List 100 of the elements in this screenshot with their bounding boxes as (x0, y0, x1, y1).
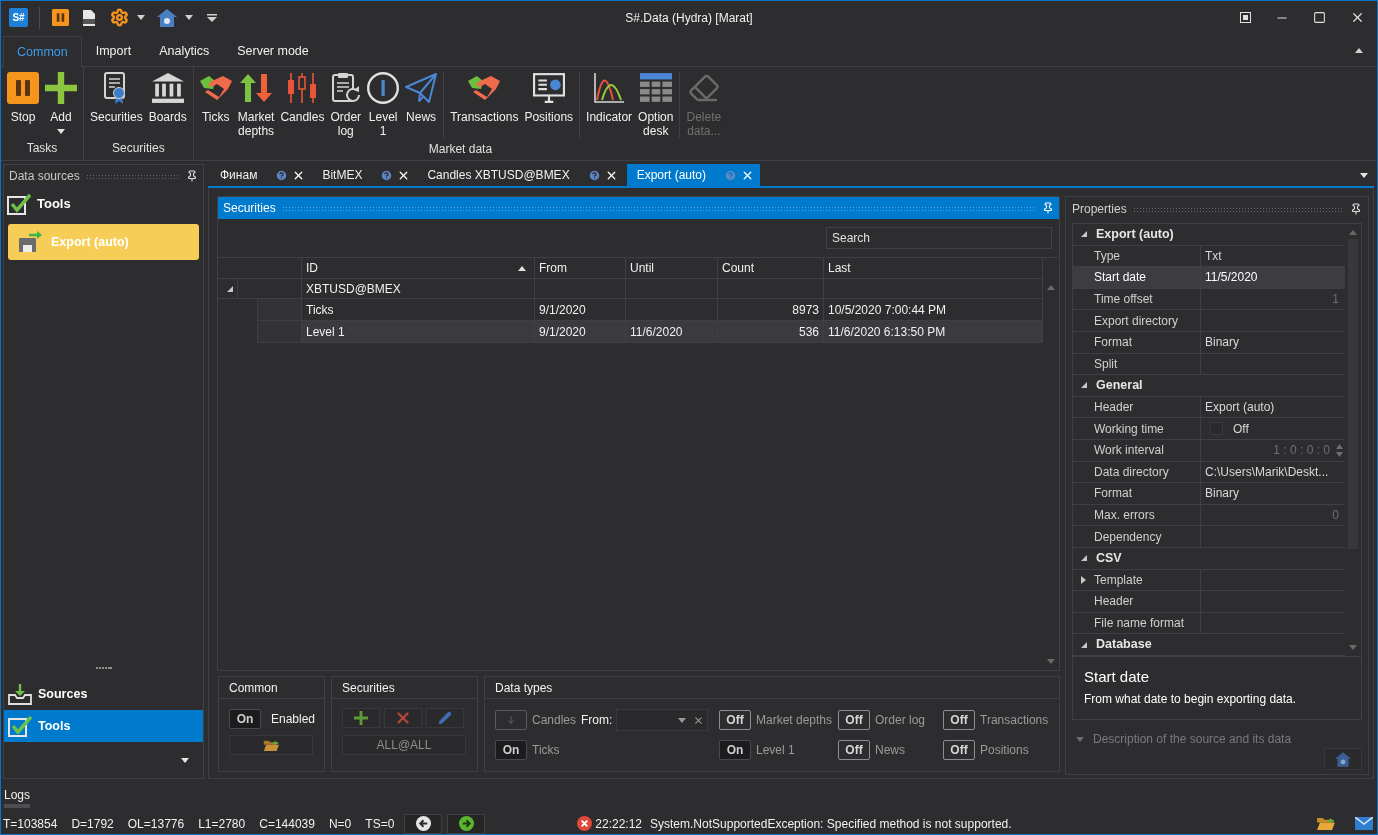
expanded-triangle-icon[interactable] (1081, 382, 1087, 389)
scroll-up-icon[interactable] (1349, 230, 1357, 235)
edit-button[interactable] (426, 708, 464, 728)
property-row[interactable]: Work interval 1 : 0 : 0 : 0 (1073, 439, 1345, 462)
ribbon-button[interactable]: News (403, 72, 440, 138)
toggle-switch[interactable]: On (719, 740, 751, 760)
help-button[interactable] (1324, 748, 1362, 770)
column-header[interactable]: Until (626, 258, 718, 279)
back-button[interactable] (404, 813, 443, 834)
table-row[interactable]: Level 1 9/1/2020 11/6/2020 536 11/6/2020 6:13:50 PM (257, 321, 1043, 343)
collapsed-triangle-icon[interactable] (1081, 575, 1086, 584)
expanded-triangle-icon[interactable] (1081, 555, 1087, 562)
toggle-switch[interactable]: Off (838, 740, 870, 760)
settings-icon[interactable] (110, 8, 129, 27)
scroll-down-icon[interactable] (1047, 659, 1055, 664)
column-header[interactable]: From (535, 258, 626, 279)
grip-bar-icon[interactable] (4, 804, 30, 808)
ribbon-button[interactable]: Market depths (235, 72, 277, 138)
search-field[interactable]: Search (826, 227, 1052, 249)
document-icon[interactable] (82, 8, 96, 27)
toggle-switch[interactable]: Off (943, 740, 975, 760)
scroll-up-icon[interactable] (1047, 285, 1055, 290)
toggle-switch[interactable]: Off (719, 710, 751, 730)
property-row[interactable]: Header (1073, 591, 1345, 613)
caret-icon[interactable] (181, 757, 189, 763)
filter-button[interactable]: ALL@ALL (342, 735, 466, 755)
navigation-item[interactable]: Sources (4, 678, 203, 710)
ribbon-button[interactable]: Indicator (584, 72, 635, 138)
help-icon[interactable] (587, 168, 601, 182)
property-row[interactable]: Start date 11/5/2020 (1073, 267, 1345, 289)
ribbon-tab[interactable]: Server mode (223, 36, 323, 67)
house-icon[interactable] (157, 8, 177, 27)
property-row[interactable]: Working time Off (1073, 418, 1345, 440)
close-icon[interactable] (1350, 10, 1365, 25)
caret-icon[interactable] (185, 15, 193, 20)
column-header[interactable]: Count (718, 258, 824, 279)
table-grid-icon (639, 73, 672, 103)
collapse-ribbon-icon[interactable] (1355, 47, 1363, 53)
property-row[interactable]: File name format (1073, 612, 1345, 635)
caret-icon[interactable] (137, 15, 145, 20)
pause-icon[interactable] (52, 9, 69, 26)
help-icon[interactable] (275, 168, 289, 182)
document-tab[interactable]: Candles XBTUSD@BMEX (419, 164, 624, 186)
property-row[interactable]: Split (1073, 353, 1345, 376)
date-dropdown-field[interactable] (616, 709, 709, 731)
help-icon[interactable] (380, 168, 394, 182)
customize-caret-icon[interactable] (207, 13, 217, 22)
ribbon-button[interactable]: Transactions (448, 72, 521, 138)
window-layout-icon[interactable] (1240, 12, 1251, 23)
ribbon-button[interactable]: Ticks (197, 72, 234, 138)
property-row[interactable]: Data directory C:\Users\Marik\Deskt... (1073, 461, 1345, 484)
clear-icon[interactable] (693, 714, 705, 726)
property-row[interactable]: Dependency (1073, 526, 1345, 548)
ribbon-button[interactable]: Add (43, 72, 79, 137)
maximize-icon[interactable] (1313, 11, 1326, 24)
toggle-switch[interactable]: Off (838, 710, 870, 730)
toggle-switch[interactable]: On (495, 740, 527, 760)
toggle-switch[interactable]: On (229, 709, 261, 729)
property-row[interactable]: Export directory (1073, 310, 1345, 332)
ribbon-button[interactable]: Option desk (636, 72, 676, 138)
mail-icon[interactable] (1355, 817, 1373, 830)
ribbon-button[interactable]: Stop (5, 72, 41, 137)
ribbon-tab[interactable]: Import (81, 36, 146, 67)
folder-button[interactable] (229, 735, 313, 755)
app-logo: S# (9, 8, 28, 27)
document-tab[interactable]: BitMEX (314, 164, 417, 186)
ribbon-button[interactable]: Boards (146, 72, 189, 137)
property-row[interactable]: Header Export (auto) (1073, 396, 1345, 419)
expanded-triangle-icon[interactable] (227, 285, 233, 292)
ribbon-tab[interactable]: Common (3, 36, 82, 67)
property-row[interactable]: Max. errors 0 (1073, 504, 1345, 527)
add-button[interactable] (342, 708, 380, 728)
property-row[interactable]: Template (1073, 569, 1345, 592)
navigation-item[interactable]: Tools (4, 710, 203, 742)
property-row[interactable]: Time offset 1 (1073, 288, 1345, 311)
forward-button[interactable] (447, 813, 486, 834)
property-row[interactable]: Format Binary (1073, 483, 1345, 505)
ribbon-button[interactable]: Candles (278, 72, 327, 138)
ribbon-button[interactable]: Positions (522, 72, 576, 138)
property-row[interactable]: Format Binary (1073, 331, 1345, 354)
pin-icon[interactable] (186, 170, 198, 182)
handshake-icon (199, 76, 232, 100)
toggle-switch[interactable]: Off (943, 710, 975, 730)
ribbon-button[interactable]: Level 1 (365, 72, 402, 138)
folder-open-icon[interactable] (1316, 816, 1335, 831)
folder-open-icon (263, 738, 279, 752)
ribbon-button[interactable]: Order log (328, 72, 364, 138)
remove-button[interactable] (384, 708, 422, 728)
caret-icon[interactable] (1360, 172, 1368, 178)
ribbon-tab[interactable]: Analytics (145, 36, 224, 67)
pin-icon[interactable] (1350, 203, 1362, 215)
ribbon-button[interactable]: Securities (88, 72, 145, 137)
expanded-triangle-icon[interactable] (1081, 641, 1087, 648)
document-tab[interactable]: Финам (212, 164, 312, 186)
expanded-triangle-icon[interactable] (1081, 231, 1087, 238)
scroll-down-icon[interactable] (1349, 645, 1357, 650)
pin-icon[interactable] (1042, 202, 1054, 214)
column-header[interactable]: Last (824, 258, 1043, 279)
column-header[interactable]: ID (302, 258, 535, 279)
spinner-arrows-icon[interactable] (1336, 443, 1343, 457)
